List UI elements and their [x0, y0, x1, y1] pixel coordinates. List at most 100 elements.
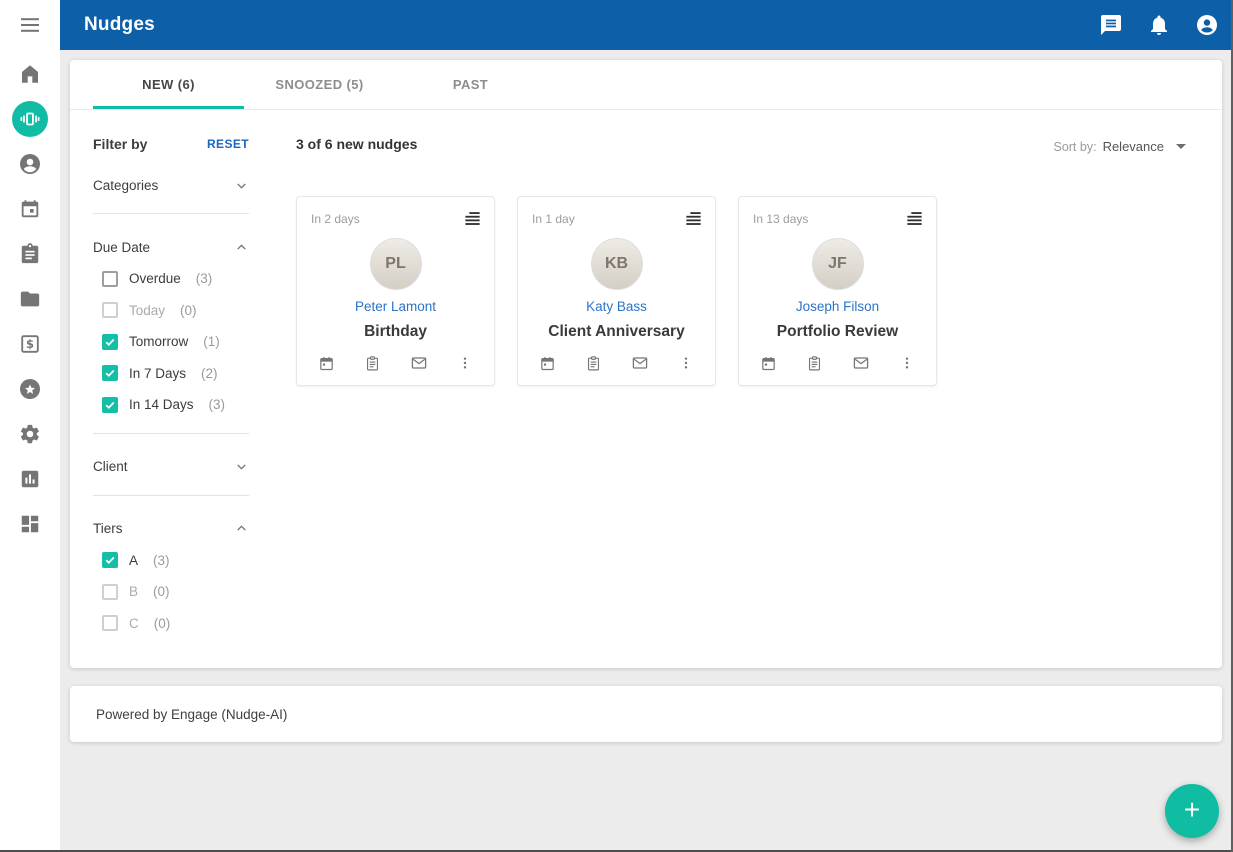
- sidebar-item-favorites[interactable]: [0, 366, 60, 411]
- kebab-menu-icon[interactable]: [457, 355, 473, 371]
- filter-checkbox-in-14-days[interactable]: In 14 Days(3): [93, 397, 249, 413]
- sidebar-item-clients[interactable]: [0, 141, 60, 186]
- svg-text:$: $: [26, 337, 34, 351]
- filter-checkbox-tomorrow[interactable]: Tomorrow(1): [93, 334, 249, 350]
- nudge-title: Client Anniversary: [548, 323, 684, 341]
- email-icon[interactable]: [852, 354, 870, 372]
- sidebar-item-reports[interactable]: [0, 456, 60, 501]
- filter-checkbox-overdue[interactable]: Overdue(3): [93, 271, 249, 287]
- divider: [93, 495, 249, 496]
- bar-chart-icon: [19, 468, 41, 490]
- chevron-up-icon: [234, 521, 249, 536]
- nudge-card: In 2 days PL Peter Lamont Birthday: [296, 196, 495, 386]
- checkbox-checked: [102, 334, 118, 350]
- tab-bar: NEW (6) SNOOZED (5) PAST: [70, 60, 1222, 110]
- account-circle-icon: [18, 152, 42, 176]
- filter-section-tiers[interactable]: Tiers: [93, 521, 249, 537]
- due-label: In 1 day: [532, 209, 575, 226]
- account-circle-icon[interactable]: [1195, 13, 1219, 37]
- sidebar-item-nudges-active[interactable]: [0, 96, 60, 141]
- sidebar: $: [0, 0, 60, 852]
- notifications-bell-icon[interactable]: [1147, 13, 1171, 37]
- sort-dropdown[interactable]: Sort by: Relevance: [1053, 139, 1186, 154]
- email-icon[interactable]: [631, 354, 649, 372]
- nudge-card-list: In 2 days PL Peter Lamont Birthday: [296, 196, 937, 386]
- filter-checkbox-in-7-days[interactable]: In 7 Days(2): [93, 365, 249, 381]
- checkbox-checked: [102, 365, 118, 381]
- sidebar-item-billing[interactable]: $: [0, 321, 60, 366]
- checkbox-unchecked: [102, 584, 118, 600]
- clipboard-icon[interactable]: [806, 355, 823, 372]
- dropdown-caret-icon: [1176, 144, 1186, 149]
- client-name-link[interactable]: Katy Bass: [586, 299, 647, 314]
- gear-icon: [19, 423, 41, 445]
- client-name-link[interactable]: Joseph Filson: [796, 299, 879, 314]
- nudge-count-summary: 3 of 6 new nudges: [296, 136, 417, 152]
- filter-section-due-date[interactable]: Due Date: [93, 239, 249, 255]
- kebab-menu-icon[interactable]: [678, 355, 694, 371]
- chevron-up-icon: [234, 240, 249, 255]
- avatar: PL: [370, 238, 422, 290]
- checkbox-unchecked: [102, 615, 118, 631]
- nudge-title: Birthday: [364, 323, 427, 341]
- nudge-details-icon[interactable]: [905, 209, 924, 233]
- footer-panel: Powered by Engage (Nudge-AI): [70, 686, 1222, 742]
- client-name-link[interactable]: Peter Lamont: [355, 299, 436, 314]
- nudge-title: Portfolio Review: [777, 323, 898, 341]
- sidebar-item-tasks[interactable]: [0, 231, 60, 276]
- nudge-details-icon[interactable]: [463, 209, 482, 233]
- filter-checkbox-today[interactable]: Today(0): [93, 302, 249, 318]
- chevron-down-icon: [234, 178, 249, 193]
- sidebar-item-settings[interactable]: [0, 411, 60, 456]
- powered-by-text: Powered by Engage (Nudge-AI): [96, 707, 287, 722]
- chat-icon[interactable]: [1099, 13, 1123, 37]
- filter-section-client[interactable]: Client: [93, 459, 249, 475]
- tab-snoozed[interactable]: SNOOZED (5): [244, 60, 395, 109]
- nudge-card: In 13 days JF Joseph Filson Portfolio Re…: [738, 196, 937, 386]
- dashboard-icon: [19, 513, 41, 535]
- calendar-icon[interactable]: [760, 355, 777, 372]
- email-icon[interactable]: [410, 354, 428, 372]
- filter-section-categories[interactable]: Categories: [93, 177, 249, 193]
- filter-checkbox-tier-a[interactable]: A(3): [93, 552, 249, 568]
- divider: [93, 213, 249, 214]
- checkbox-checked: [102, 397, 118, 413]
- chevron-down-icon: [234, 459, 249, 474]
- nudges-icon: [12, 101, 48, 137]
- home-icon: [18, 62, 42, 86]
- divider: [93, 433, 249, 434]
- tab-new[interactable]: NEW (6): [93, 60, 244, 109]
- calendar-icon: [19, 198, 41, 220]
- sidebar-item-home[interactable]: [0, 51, 60, 96]
- filter-checkbox-tier-b[interactable]: B(0): [93, 584, 249, 600]
- filter-checkbox-tier-c[interactable]: C(0): [93, 615, 249, 631]
- tab-past[interactable]: PAST: [395, 60, 546, 109]
- sidebar-item-calendar[interactable]: [0, 186, 60, 231]
- calendar-icon[interactable]: [539, 355, 556, 372]
- calendar-icon[interactable]: [318, 355, 335, 372]
- main-panel: NEW (6) SNOOZED (5) PAST Filter by RESET…: [70, 60, 1222, 668]
- clipboard-icon[interactable]: [364, 355, 381, 372]
- checkbox-unchecked: [102, 302, 118, 318]
- filter-title: Filter by: [93, 136, 147, 152]
- clipboard-icon[interactable]: [585, 355, 602, 372]
- filter-panel: Filter by RESET Categories Due Date Over…: [93, 136, 249, 631]
- kebab-menu-icon[interactable]: [899, 355, 915, 371]
- dollar-icon: $: [19, 333, 41, 355]
- checkbox-unchecked: [102, 271, 118, 287]
- star-circle-icon: [18, 377, 42, 401]
- nudge-details-icon[interactable]: [684, 209, 703, 233]
- checkbox-checked: [102, 552, 118, 568]
- sidebar-item-dashboard[interactable]: [0, 501, 60, 546]
- folder-icon: [19, 288, 41, 310]
- plus-icon: +: [1184, 796, 1200, 824]
- app-header: Nudges: [60, 0, 1233, 50]
- avatar: JF: [812, 238, 864, 290]
- due-label: In 13 days: [753, 209, 808, 226]
- reset-button[interactable]: RESET: [207, 137, 249, 151]
- due-label: In 2 days: [311, 209, 360, 226]
- menu-icon[interactable]: [18, 13, 42, 37]
- sidebar-item-documents[interactable]: [0, 276, 60, 321]
- add-nudge-fab[interactable]: +: [1165, 784, 1219, 838]
- app-window: $ Nudges: [0, 0, 1233, 852]
